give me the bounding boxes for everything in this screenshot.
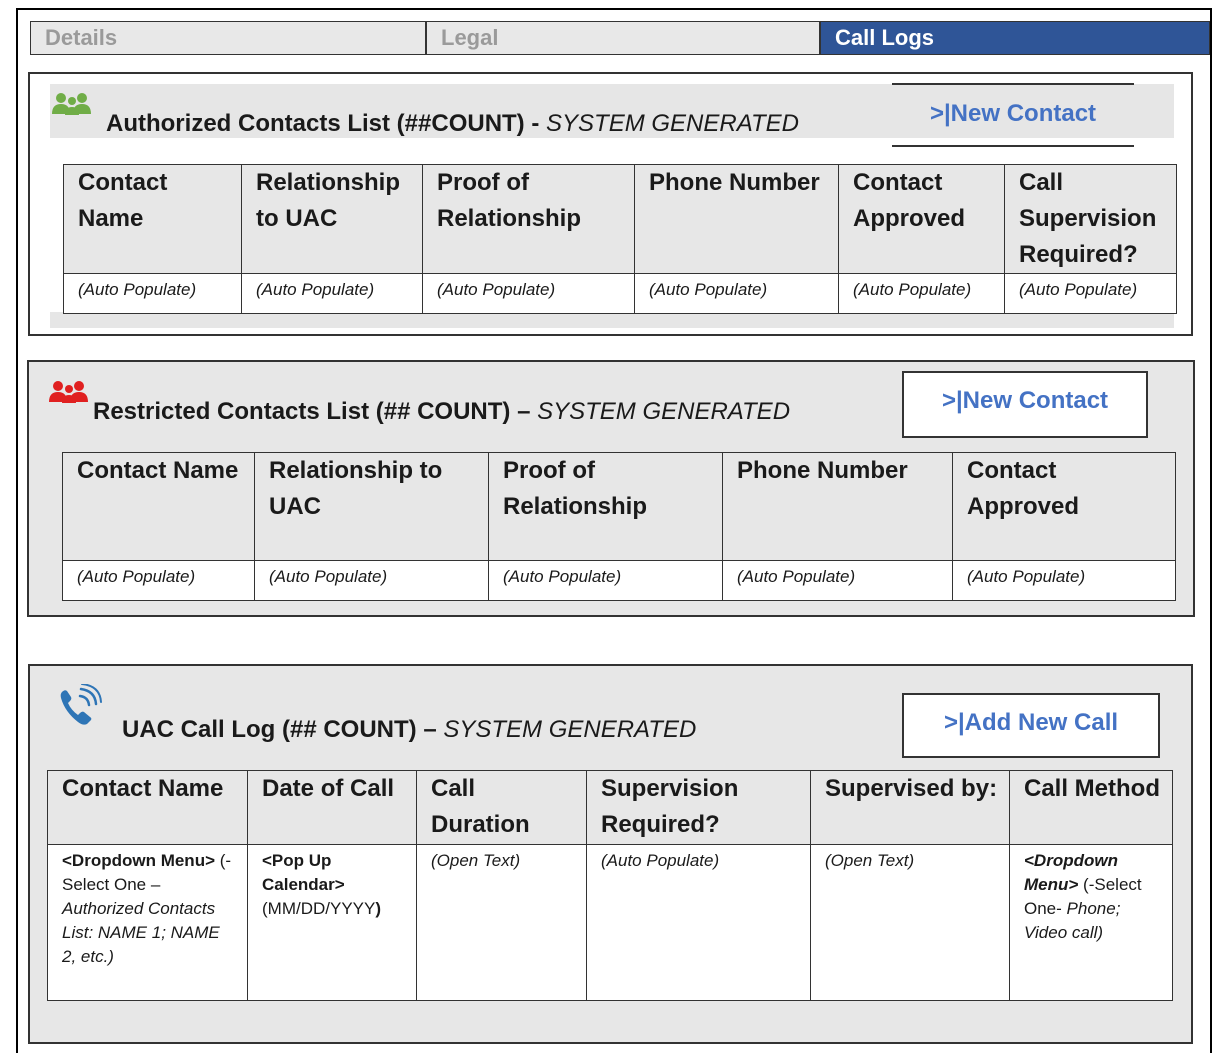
column-header: Call Supervision Required? (1004, 164, 1177, 274)
column-header: Call Duration (416, 770, 587, 845)
column-header: Relationship to UAC (241, 164, 423, 274)
call-log-table: Contact Name Date of Call Call Duration … (47, 770, 1173, 1001)
add-new-call-button[interactable]: >|Add New Call (902, 693, 1160, 758)
tab-legal[interactable]: Legal (426, 21, 820, 55)
table-header-row: Contact Name Date of Call Call Duration … (47, 770, 1173, 845)
tab-details[interactable]: Details (30, 21, 426, 55)
column-header: Supervised by: (810, 770, 1010, 845)
call-method-dropdown[interactable]: <Dropdown Menu> (-Select One- Phone; Vid… (1009, 844, 1173, 1001)
table-cell: (Auto Populate) (241, 273, 423, 314)
column-header: Date of Call (247, 770, 417, 845)
column-header: Relationship to UAC (254, 452, 489, 561)
table-cell: (Auto Populate) (952, 560, 1176, 601)
call-log-section: UAC Call Log (## COUNT) – SYSTEM GENERAT… (28, 664, 1193, 1044)
section-footer-band (50, 312, 1174, 328)
authorized-contacts-section: Authorized Contacts List (##COUNT) - SYS… (28, 72, 1193, 336)
column-header: Proof of Relationship (488, 452, 723, 561)
restricted-contacts-section: Restricted Contacts List (## COUNT) – SY… (27, 360, 1195, 617)
authorized-title: Authorized Contacts List (##COUNT) - SYS… (106, 110, 799, 138)
restricted-title-suffix: SYSTEM GENERATED (537, 398, 791, 425)
column-header: Phone Number (722, 452, 953, 561)
phone-icon (60, 684, 102, 725)
tab-bar: Details Legal Call Logs (30, 21, 1210, 55)
column-header: Contact Approved (838, 164, 1005, 274)
table-row: <Dropdown Menu> (-Select One – Authorize… (47, 844, 1173, 1001)
column-header: Contact Approved (952, 452, 1176, 561)
call-log-title-text: UAC Call Log (## COUNT) – (122, 716, 437, 743)
date-format: (MM/DD/YYYY (262, 899, 376, 918)
table-cell: (Auto Populate) (63, 273, 242, 314)
column-header: Proof of Relationship (422, 164, 635, 274)
table-cell: (Auto Populate) (1004, 273, 1177, 314)
restricted-contacts-table: Contact Name Relationship to UAC Proof o… (62, 452, 1176, 601)
column-header: Contact Name (63, 164, 242, 274)
authorized-title-text: Authorized Contacts List (##COUNT) - (106, 110, 540, 137)
new-authorized-contact-button[interactable]: >|New Contact (892, 83, 1134, 147)
table-cell: (Auto Populate) (254, 560, 489, 601)
group-icon (49, 381, 88, 403)
call-duration-field[interactable]: (Open Text) (416, 844, 587, 1001)
column-header: Supervision Required? (586, 770, 811, 845)
table-cell: (Auto Populate) (488, 560, 723, 601)
column-header: Contact Name (47, 770, 248, 845)
table-header-row: Contact Name Relationship to UAC Proof o… (63, 164, 1177, 274)
restricted-title: Restricted Contacts List (## COUNT) – SY… (93, 398, 790, 426)
date-of-call-picker[interactable]: <Pop Up Calendar> (MM/DD/YYYY) (247, 844, 417, 1001)
call-log-title: UAC Call Log (## COUNT) – SYSTEM GENERAT… (122, 716, 696, 744)
table-cell: (Auto Populate) (422, 273, 635, 314)
group-icon (52, 93, 91, 115)
tab-call-logs[interactable]: Call Logs (820, 21, 1210, 55)
authorized-title-suffix: SYSTEM GENERATED (546, 110, 799, 137)
table-cell: (Auto Populate) (586, 844, 811, 1001)
table-row: (Auto Populate) (Auto Populate) (Auto Po… (63, 273, 1177, 314)
column-header: Phone Number (634, 164, 839, 274)
column-header: Contact Name (62, 452, 255, 561)
contact-name-dropdown[interactable]: <Dropdown Menu> (-Select One – Authorize… (47, 844, 248, 1001)
dropdown-label: <Dropdown Menu> (62, 851, 215, 870)
supervised-by-field[interactable]: (Open Text) (810, 844, 1010, 1001)
table-cell: (Auto Populate) (838, 273, 1005, 314)
call-log-title-suffix: SYSTEM GENERATED (443, 716, 697, 743)
new-restricted-contact-button[interactable]: >|New Contact (902, 371, 1148, 438)
table-cell: (Auto Populate) (634, 273, 839, 314)
column-header: Call Method (1009, 770, 1173, 845)
dropdown-options: Authorized Contacts List: NAME 1; NAME 2… (62, 899, 220, 966)
date-format-close: ) (375, 899, 382, 918)
table-cell: (Auto Populate) (722, 560, 953, 601)
authorized-contacts-table: Contact Name Relationship to UAC Proof o… (63, 164, 1177, 314)
table-row: (Auto Populate) (Auto Populate) (Auto Po… (62, 560, 1176, 601)
restricted-title-text: Restricted Contacts List (## COUNT) – (93, 398, 531, 425)
calendar-label: <Pop Up Calendar> (262, 851, 345, 894)
table-cell: (Auto Populate) (62, 560, 255, 601)
table-header-row: Contact Name Relationship to UAC Proof o… (62, 452, 1176, 561)
